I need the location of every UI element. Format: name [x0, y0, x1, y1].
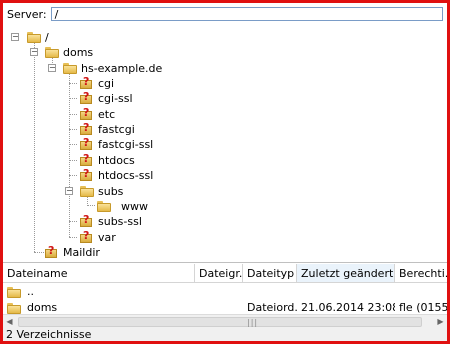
tree-node-subs-ssl[interactable]: ? subs-ssl [80, 213, 142, 229]
unknown-folder-icon: ? [80, 152, 94, 167]
unknown-folder-icon: ? [80, 213, 94, 228]
tree-line [69, 114, 77, 115]
horizontal-scrollbar[interactable]: ◀ ||| ▶ [3, 314, 447, 328]
tree-node-htdocs[interactable]: ? htdocs [80, 152, 135, 168]
folder-icon [27, 31, 41, 43]
column-header-permissions[interactable]: Berechti... [395, 264, 447, 282]
scrollbar-grip: ||| [247, 318, 259, 327]
tree-node-var[interactable]: ? var [80, 229, 116, 245]
tree-node-www[interactable]: www [97, 198, 148, 214]
unknown-folder-icon: ? [80, 106, 94, 121]
tree-line [69, 175, 77, 176]
folder-icon [7, 302, 21, 314]
unknown-folder-icon: ? [80, 90, 94, 105]
tree-line [69, 129, 77, 130]
unknown-folder-icon: ? [80, 75, 94, 90]
collapse-domain-icon[interactable]: − [48, 64, 56, 72]
tree-line [69, 221, 77, 222]
folder-icon [80, 185, 94, 197]
server-path-value: / [54, 7, 59, 21]
tree-node-domain[interactable]: hs-example.de [63, 60, 162, 76]
folder-icon [45, 46, 59, 58]
tree-node-doms[interactable]: doms [45, 44, 93, 60]
collapse-root-icon[interactable]: − [11, 33, 19, 41]
unknown-folder-icon: ? [80, 229, 94, 244]
tree-line [69, 160, 77, 161]
column-header-filename[interactable]: Dateiname [3, 264, 195, 282]
unknown-folder-icon: ? [45, 244, 59, 259]
server-path-input[interactable]: / [50, 7, 443, 21]
window-frame: Server: / − / − doms − hs-example.de ? c… [0, 0, 450, 344]
tree-line [69, 98, 77, 99]
column-header-modified[interactable]: Zuletzt geändert [297, 264, 395, 282]
collapse-doms-icon[interactable]: − [30, 48, 38, 56]
tree-node-fastcgi[interactable]: ? fastcgi [80, 121, 135, 137]
tree-line [69, 83, 77, 84]
scrollbar-thumb[interactable]: ||| [18, 317, 422, 327]
column-header-filesize[interactable]: Dateigr... [195, 264, 243, 282]
status-text: 2 Verzeichnisse [6, 327, 92, 341]
unknown-folder-icon: ? [80, 136, 94, 151]
tree-node-root[interactable]: / [27, 29, 49, 45]
column-header-filetype[interactable]: Dateityp [243, 264, 297, 282]
collapse-subs-icon[interactable]: − [65, 187, 73, 195]
tree-node-etc[interactable]: ? etc [80, 106, 115, 122]
folder-icon [63, 62, 77, 74]
filename-cell: .. [3, 283, 195, 300]
tree-node-htdocs-ssl[interactable]: ? htdocs-ssl [80, 167, 153, 183]
status-bar: 2 Verzeichnisse [3, 327, 447, 341]
tree-line [34, 41, 35, 252]
pane-splitter[interactable] [3, 262, 447, 263]
server-bar: Server: / [5, 6, 443, 22]
server-label: Server: [7, 7, 47, 21]
list-item[interactable]: .. [3, 283, 447, 300]
tree-node-cgi[interactable]: ? cgi [80, 75, 114, 91]
directory-tree: − / − doms − hs-example.de ? cgi ? cgi-s… [3, 27, 447, 260]
tree-line [87, 205, 95, 206]
tree-line [69, 237, 77, 238]
unknown-folder-icon: ? [80, 167, 94, 182]
tree-line [69, 144, 77, 145]
tree-node-maildir[interactable]: ? Maildir [45, 244, 100, 260]
tree-node-subs[interactable]: subs [80, 183, 123, 199]
tree-node-fastcgi-ssl[interactable]: ? fastcgi-ssl [80, 136, 153, 152]
folder-icon [7, 286, 21, 298]
tree-node-cgi-ssl[interactable]: ? cgi-ssl [80, 90, 133, 106]
column-header-row: Dateiname Dateigr... Dateityp Zuletzt ge… [3, 264, 447, 283]
tree-line [34, 252, 44, 253]
unknown-folder-icon: ? [80, 121, 94, 136]
folder-icon [97, 200, 111, 212]
